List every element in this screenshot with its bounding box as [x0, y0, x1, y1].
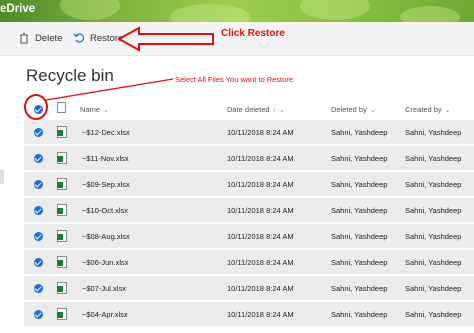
date-deleted: 10/11/2018 8:24 AM — [227, 180, 294, 189]
chevron-down-icon: ⌄ — [369, 106, 376, 114]
file-name[interactable]: ~$04-Apr.xlsx — [82, 310, 128, 319]
date-deleted: 10/11/2018 8:24 AM — [227, 154, 294, 163]
row-checkbox[interactable] — [34, 232, 43, 241]
deleted-by: Sahni, Yashdeep — [331, 284, 388, 293]
row-checkbox[interactable] — [34, 284, 43, 293]
deleted-by: Sahni, Yashdeep — [331, 180, 388, 189]
date-deleted: 10/11/2018 8:24 AM — [227, 128, 294, 137]
table-row[interactable]: ~$11-Nov.xlsx 10/11/2018 8:24 AM Sahni, … — [24, 146, 474, 171]
left-gutter — [0, 56, 24, 333]
excel-file-icon — [57, 126, 67, 138]
table-row[interactable]: ~$12-Dec.xlsx 10/11/2018 8:24 AM Sahni, … — [24, 120, 474, 145]
chevron-down-icon: ⌄ — [279, 106, 285, 114]
column-header-created-by[interactable]: Created by ⌄ — [405, 105, 451, 114]
row-checkbox[interactable] — [34, 154, 43, 163]
row-checkbox[interactable] — [34, 310, 43, 319]
select-all-highlight-circle — [24, 94, 48, 120]
row-checkbox[interactable] — [34, 206, 43, 215]
column-name-label: Name — [80, 105, 101, 114]
created-by: Sahni, Yashdeep — [405, 206, 462, 215]
date-deleted: 10/11/2018 8:24 AM — [227, 258, 294, 267]
file-name[interactable]: ~$10-Oct.xlsx — [82, 206, 128, 215]
chevron-down-icon: ⌄ — [444, 106, 451, 114]
table-row[interactable]: ~$04-Apr.xlsx 10/11/2018 8:24 AM Sahni, … — [24, 302, 474, 327]
deleted-by: Sahni, Yashdeep — [331, 310, 388, 319]
excel-file-icon — [57, 152, 67, 164]
created-by: Sahni, Yashdeep — [405, 310, 462, 319]
table-row[interactable]: ~$09-Sep.xlsx 10/11/2018 8:24 AM Sahni, … — [24, 172, 474, 197]
column-date-deleted-label: Date deleted — [227, 105, 270, 114]
column-header-deleted-by[interactable]: Deleted by ⌄ — [331, 105, 376, 114]
table-header: Name ⌄ Date deleted ↓ ⌄ Deleted by ⌄ Created… — [24, 97, 474, 119]
table-row[interactable]: ~$06-Jun.xlsx 10/11/2018 8:24 AM Sahni, … — [24, 250, 474, 275]
row-checkbox[interactable] — [34, 128, 43, 137]
page-title: Recycle bin — [26, 66, 114, 85]
restore-arrow-annotation — [117, 26, 214, 52]
column-deleted-by-label: Deleted by — [331, 105, 367, 114]
table-row[interactable]: ~$08-Aug.xlsx 10/11/2018 8:24 AM Sahni, … — [24, 224, 474, 249]
created-by: Sahni, Yashdeep — [405, 258, 462, 267]
deleted-by: Sahni, Yashdeep — [331, 258, 388, 267]
created-by: Sahni, Yashdeep — [405, 128, 462, 137]
onedrive-recycle-bin-window: eDrive Delete Restore Click Restore Recy… — [0, 0, 474, 333]
deleted-by: Sahni, Yashdeep — [331, 206, 388, 215]
trash-icon — [18, 32, 30, 44]
left-edge-marker — [0, 170, 4, 184]
file-name[interactable]: ~$06-Jun.xlsx — [82, 258, 128, 267]
created-by: Sahni, Yashdeep — [405, 232, 462, 241]
excel-file-icon — [57, 204, 67, 216]
restore-icon — [73, 32, 85, 44]
date-deleted: 10/11/2018 8:24 AM — [227, 310, 294, 319]
excel-file-icon — [57, 178, 67, 190]
restore-button[interactable]: Restore — [73, 32, 123, 44]
file-name[interactable]: ~$09-Sep.xlsx — [82, 180, 130, 189]
excel-file-icon — [57, 282, 67, 294]
file-type-header-icon — [57, 102, 66, 113]
file-name[interactable]: ~$12-Dec.xlsx — [82, 128, 130, 137]
excel-file-icon — [57, 256, 67, 268]
excel-file-icon — [57, 230, 67, 242]
file-name[interactable]: ~$07-Jul.xlsx — [82, 284, 126, 293]
deleted-by: Sahni, Yashdeep — [331, 232, 388, 241]
row-checkbox[interactable] — [34, 258, 43, 267]
created-by: Sahni, Yashdeep — [405, 154, 462, 163]
date-deleted: 10/11/2018 8:24 AM — [227, 232, 294, 241]
created-by: Sahni, Yashdeep — [405, 180, 462, 189]
deleted-by: Sahni, Yashdeep — [331, 128, 388, 137]
file-name[interactable]: ~$11-Nov.xlsx — [82, 154, 129, 163]
table-row[interactable]: ~$07-Jul.xlsx 10/11/2018 8:24 AM Sahni, … — [24, 276, 474, 301]
table-row[interactable]: ~$10-Oct.xlsx 10/11/2018 8:24 AM Sahni, … — [24, 198, 474, 223]
column-header-date-deleted[interactable]: Date deleted ↓ ⌄ — [227, 105, 285, 114]
header-banner: eDrive — [0, 0, 474, 22]
date-deleted: 10/11/2018 8:24 AM — [227, 284, 294, 293]
column-header-name[interactable]: Name ⌄ — [80, 105, 109, 114]
delete-label: Delete — [35, 32, 63, 44]
file-name[interactable]: ~$08-Aug.xlsx — [82, 232, 130, 241]
app-brand: eDrive — [0, 3, 36, 15]
excel-file-icon — [57, 308, 67, 320]
delete-button[interactable]: Delete — [18, 32, 62, 44]
row-checkbox[interactable] — [34, 180, 43, 189]
chevron-down-icon: ⌄ — [103, 106, 109, 114]
annotation-click-restore: Click Restore — [221, 28, 285, 39]
sort-descending-icon: ↓ — [272, 106, 277, 113]
deleted-by: Sahni, Yashdeep — [331, 154, 388, 163]
column-created-by-label: Created by — [405, 105, 442, 114]
annotation-select-all: Select All Files You want to Restore. — [175, 75, 296, 84]
created-by: Sahni, Yashdeep — [405, 284, 462, 293]
date-deleted: 10/11/2018 8:24 AM — [227, 206, 294, 215]
